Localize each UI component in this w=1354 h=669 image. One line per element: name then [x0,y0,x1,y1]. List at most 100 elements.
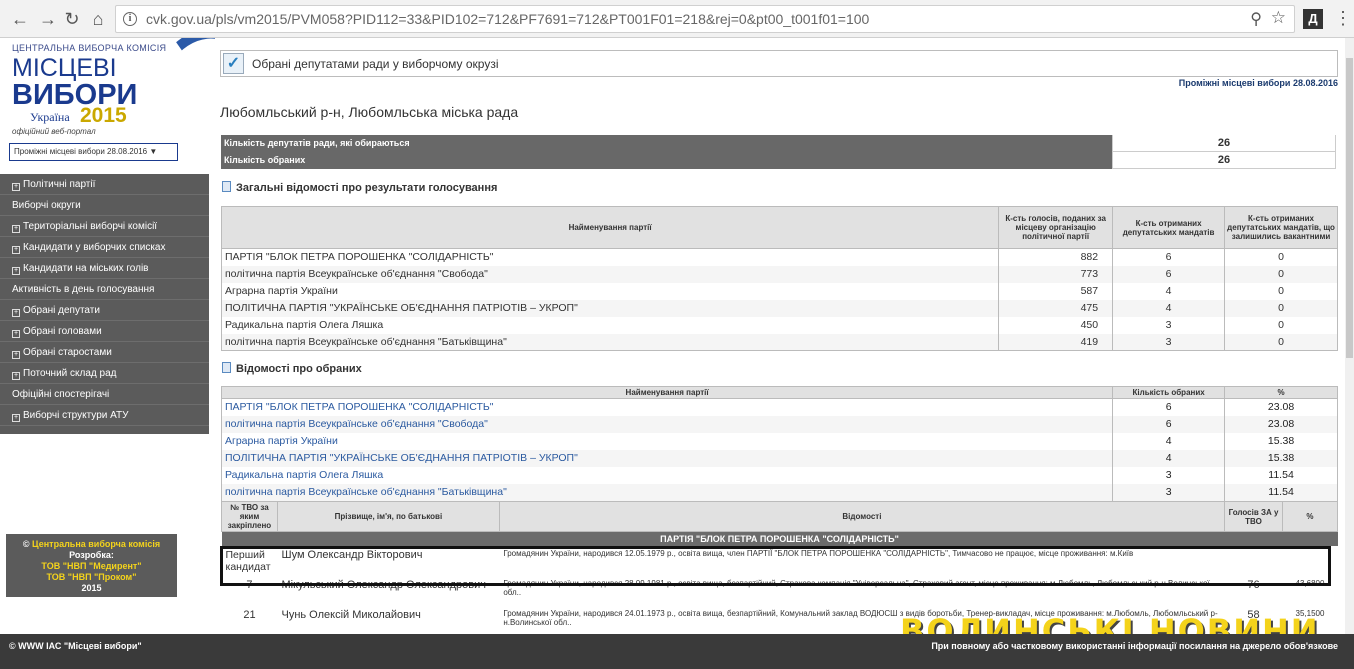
main-content: ✓ Обрані депутатами ради у виборчому окр… [220,38,1338,634]
table-row: політична партія Всеукраїнське об'єднанн… [220,333,1338,351]
party-link[interactable]: Радикальна партія Олега Ляшка [225,469,383,481]
sidebar-item-commissions[interactable]: + Територіальні виборчі комісії [0,216,209,237]
reload-icon[interactable]: ↻ [60,7,84,31]
col-details: Відомості [498,501,1226,532]
table-row: Радикальна партія Олега Ляшка 3 11.54 [220,466,1338,484]
expand-icon: + [12,351,20,359]
home-icon[interactable]: ⌂ [86,7,110,31]
mandates: 6 [1112,265,1226,283]
sidebar-item-candidates-lists[interactable]: + Кандидати у виборчих списках [0,237,209,258]
sidebar-item-label: Кандидати у виборчих списках [23,242,166,253]
browser-toolbar: ← → ↻ ⌂ i cvk.gov.ua/pls/vm2015/PVM058?P… [0,0,1354,38]
results-table: Найменування партії К-сть голосів, подан… [220,206,1338,351]
footer-right: При повному або частковому використанні … [931,641,1338,651]
col-party: Найменування партії [220,386,1114,399]
votes: 419 [998,333,1114,351]
col-party: Найменування партії [220,206,1000,249]
party-name: Аграрна партія України [220,282,1000,300]
party-link[interactable]: політична партія Всеукраїнське об'єднанн… [225,418,488,430]
party-link[interactable]: ПОЛІТИЧНА ПАРТІЯ "УКРАЇНСЬКЕ ОБ'ЄДНАННЯ … [225,452,578,464]
party-group-title: ПАРТІЯ "БЛОК ПЕТРА ПОРОШЕНКА "СОЛІДАРНІС… [221,531,1338,546]
elected-count: 4 [1112,432,1226,450]
scrollbar[interactable] [1345,38,1354,634]
count-value: 26 [1112,152,1336,169]
scrollbar-thumb[interactable] [1346,58,1353,358]
mandates: 4 [1112,299,1226,317]
elected-count: 6 [1112,415,1226,433]
sidebar-item-elected-heads[interactable]: + Обрані головами [0,321,209,342]
logo-subtitle: офіційний веб-портал [12,127,96,136]
sidebar-item-atu-structures[interactable]: + Виборчі структури АТУ [0,405,209,426]
col-percent: % [1281,501,1338,532]
expand-icon: + [12,183,20,191]
sidebar-item-observers[interactable]: Офіційні спостерігачі [0,384,209,405]
expand-icon: + [12,330,20,338]
back-arrow-icon[interactable]: ← [8,7,32,31]
elected-summary-table: Найменування партії Кількість обраних % … [220,386,1338,501]
dev-label: Розробка: [69,550,114,560]
party-name: політична партія Всеукраїнське об'єднанн… [220,333,1000,351]
col-votes: Голосів ЗА у ТВО [1224,501,1283,532]
elected-count: 3 [1112,466,1226,484]
party-link-cell: політична партія Всеукраїнське об'єднанн… [220,415,1114,433]
sidebar-item-label: Обрані головами [23,326,102,337]
url-text[interactable]: cvk.gov.ua/pls/vm2015/PVM058?PID112=33&P… [146,11,869,27]
browser-menu-icon[interactable]: ⋮ [1334,8,1352,28]
vacant: 0 [1224,265,1338,283]
logo-org: ЦЕНТРАЛЬНА ВИБОРЧА КОМІСІЯ [12,43,167,53]
sidebar-item-political-parties[interactable]: + Політичні партії [0,174,209,195]
page-header: ✓ Обрані депутатами ради у виборчому окр… [220,50,1338,77]
party-link-cell: політична партія Всеукраїнське об'єднанн… [220,483,1114,501]
sidebar-item-turnout[interactable]: Активність в день голосування [0,279,209,300]
election-date-link[interactable]: Проміжні місцеві вибори 28.08.2016 [1179,78,1338,88]
extension-button[interactable]: Д [1303,9,1323,29]
highlight-box [220,546,1331,586]
elected-count: 6 [1112,398,1226,416]
sidebar-item-label: Кандидати на міських голів [23,263,149,274]
votes: 475 [998,299,1114,317]
col-district: № ТВО за яким закріплено [221,501,278,532]
bookmark-star-icon[interactable]: ☆ [1271,8,1286,28]
chevron-down-icon: ▼ [149,147,158,156]
developer-2[interactable]: ТОВ "НВП "Проком" [6,572,177,583]
party-link[interactable]: Аграрна партія України [225,435,338,447]
party-link[interactable]: політична партія Всеукраїнське об'єднанн… [225,486,507,498]
expand-icon: + [12,309,20,317]
table-row: політична партія Всеукраїнське об'єднанн… [220,483,1338,501]
cvk-link[interactable]: Центральна виборча комісія [32,539,160,549]
expand-icon: + [12,372,20,380]
logo-year: 2015 [80,104,127,127]
document-icon [222,362,231,373]
party-link[interactable]: ПАРТІЯ "БЛОК ПЕТРА ПОРОШЕНКА "СОЛІДАРНІС… [225,401,494,413]
sidebar-item-current-councils[interactable]: + Поточний склад рад [0,363,209,384]
col-mandates: К-сть отриманих депутатських мандатів [1112,206,1226,249]
address-bar[interactable]: i cvk.gov.ua/pls/vm2015/PVM058?PID112=33… [115,5,1295,33]
vacant: 0 [1224,333,1338,351]
party-name: ПАРТІЯ "БЛОК ПЕТРА ПОРОШЕНКА "СОЛІДАРНІС… [220,248,1000,266]
sidebar-item-elected-deputies[interactable]: + Обрані депутати [0,300,209,321]
checkmark-icon: ✓ [223,53,244,74]
vacant: 0 [1224,299,1338,317]
sidebar-item-elected-elders[interactable]: + Обрані старостами [0,342,209,363]
table-row: ПАРТІЯ "БЛОК ПЕТРА ПОРОШЕНКА "СОЛІДАРНІС… [220,248,1338,266]
sidebar-item-districts[interactable]: Виборчі округи [0,195,209,216]
mandates: 6 [1112,248,1226,266]
forward-arrow-icon[interactable]: → [36,7,60,31]
table-row: політична партія Всеукраїнське об'єднанн… [220,265,1338,283]
expand-icon: + [12,267,20,275]
sidebar-menu: + Політичні партії Виборчі округи + Терито… [0,174,209,434]
votes: 882 [998,248,1114,266]
zoom-icon[interactable]: ⚲ [1250,9,1262,29]
info-icon[interactable]: i [123,12,137,26]
party-link-cell: ПОЛІТИЧНА ПАРТІЯ "УКРАЇНСЬКЕ ОБ'ЄДНАННЯ … [220,449,1114,467]
mandates: 3 [1112,316,1226,334]
elected-percent: 11.54 [1224,483,1338,501]
document-icon [222,181,231,192]
party-name: Радикальна партія Олега Ляшка [220,316,1000,334]
sidebar-item-label: Виборчі округи [12,200,81,211]
sidebar-item-mayor-candidates[interactable]: + Кандидати на міських голів [0,258,209,279]
section-title-text: Загальні відомості про результати голосу… [236,182,498,194]
election-select[interactable]: Проміжні місцеві вибори 28.08.2016 ▼ [9,143,178,161]
table-row: політична партія Всеукраїнське об'єднанн… [220,415,1338,433]
developer-1[interactable]: ТОВ "НВП "Медирент" [6,561,177,572]
